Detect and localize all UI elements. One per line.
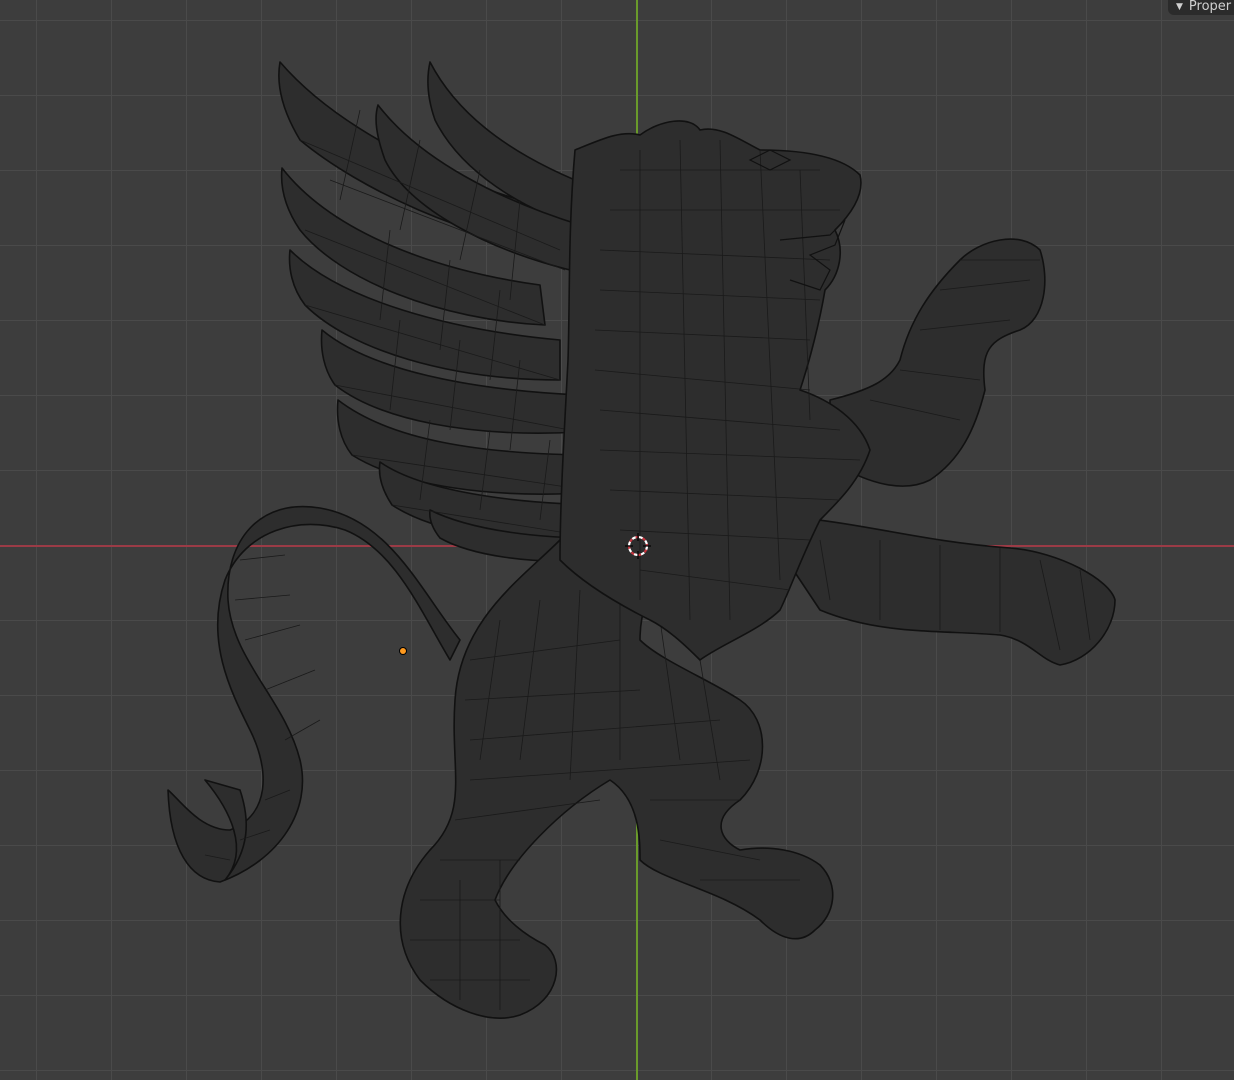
properties-tab-label: Proper — [1188, 0, 1232, 14]
griffin-lion-wireframe-mesh[interactable] — [0, 0, 1234, 1080]
panel-toggle-icon[interactable]: ▼ — [1176, 2, 1183, 12]
object-origin-icon[interactable] — [400, 648, 406, 654]
tail — [167, 505, 461, 883]
3d-viewport[interactable]: ▼ Proper — [0, 0, 1234, 1080]
properties-panel-tab[interactable]: ▼ Proper — [1168, 0, 1234, 15]
3d-cursor-icon[interactable] — [625, 533, 651, 559]
